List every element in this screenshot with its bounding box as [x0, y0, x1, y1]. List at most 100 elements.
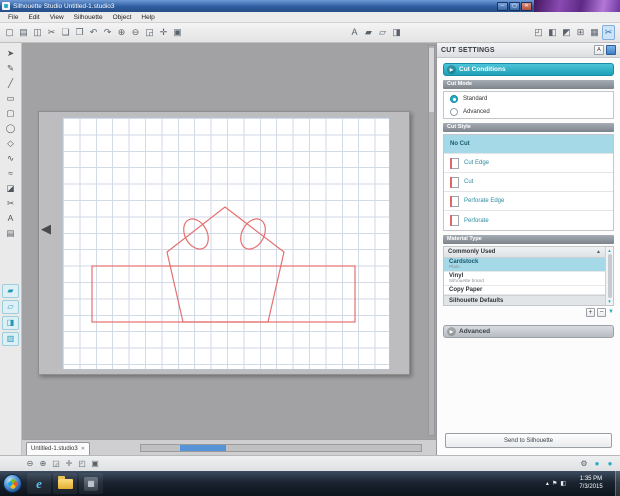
trace-panel-button[interactable]: ◧: [546, 25, 559, 40]
cut-mode-advanced[interactable]: Advanced: [444, 105, 613, 118]
rounded-rectangle-tool[interactable]: ▢: [0, 106, 21, 121]
material-copy-paper[interactable]: Copy Paper: [444, 286, 605, 295]
effects-panel-button[interactable]: ◨: [2, 316, 19, 330]
zoom-out-button[interactable]: ⊖: [129, 25, 142, 40]
ellipse-tool[interactable]: ◯: [0, 121, 21, 136]
cut-conditions-header[interactable]: ▶ Cut Conditions: [443, 63, 614, 76]
scroll-up-icon[interactable]: ▲: [607, 248, 611, 253]
text-style-button[interactable]: A: [348, 25, 361, 40]
material-scrollbar[interactable]: ▲ ▼: [605, 247, 613, 305]
start-button[interactable]: [3, 474, 22, 493]
fit-to-page-button[interactable]: ▣: [171, 25, 184, 40]
zoom-selection-tool[interactable]: ◰: [76, 457, 88, 470]
text-tool[interactable]: A: [0, 211, 21, 226]
tray-action-center-icon[interactable]: ⚑: [552, 480, 557, 487]
knife-tool[interactable]: ✂: [0, 196, 21, 211]
zoom-out-tool[interactable]: ⊖: [24, 457, 36, 470]
material-scrollbar-thumb[interactable]: [607, 254, 612, 298]
material-cardstock[interactable]: Cardstock Plain: [444, 258, 605, 272]
copy-button[interactable]: ❏: [59, 25, 72, 40]
line-tool[interactable]: ╱: [0, 76, 21, 91]
close-button[interactable]: ✕: [521, 1, 532, 11]
cut-style-perforate-edge[interactable]: Perforate Edge: [444, 192, 613, 211]
menu-edit[interactable]: Edit: [23, 14, 44, 21]
help-button[interactable]: ●: [604, 457, 616, 470]
silhouette-defaults-row[interactable]: Silhouette Defaults: [444, 295, 605, 305]
canvas-area[interactable]: ◀ Untitled-1.studio3 ✕: [22, 43, 436, 455]
fill-panel-button[interactable]: ▰: [2, 284, 19, 298]
font-size-button[interactable]: A: [594, 45, 604, 55]
freehand-tool[interactable]: ≈: [0, 166, 21, 181]
pan-button[interactable]: ✛: [157, 25, 170, 40]
remove-material-button[interactable]: −: [597, 308, 607, 317]
add-material-button[interactable]: +: [586, 308, 596, 317]
cut-mode-standard[interactable]: Standard: [444, 92, 613, 105]
fit-to-page-tool[interactable]: ▣: [89, 457, 101, 470]
minimize-button[interactable]: ─: [497, 1, 508, 11]
rectangle-tool[interactable]: ▭: [0, 91, 21, 106]
horizontal-scrollbar-thumb[interactable]: [180, 445, 227, 451]
pixscan-panel-button[interactable]: ◰: [532, 25, 545, 40]
document-tab[interactable]: Untitled-1.studio3 ✕: [26, 442, 90, 455]
send-to-silhouette-button[interactable]: Send to Silhouette: [445, 433, 612, 448]
document-tab-close-icon[interactable]: ✕: [81, 446, 85, 452]
cut-style-cut[interactable]: Cut: [444, 173, 613, 192]
notes-tool[interactable]: ▤: [0, 226, 21, 241]
menu-view[interactable]: View: [45, 14, 69, 21]
internet-explorer-icon[interactable]: e: [27, 473, 51, 494]
cut-style-cut-edge[interactable]: Cut Edge: [444, 154, 613, 173]
edit-points-tool[interactable]: ✎: [0, 61, 21, 76]
cut-settings-panel-button[interactable]: ✂: [602, 25, 615, 40]
fill-color-button[interactable]: ▰: [362, 25, 375, 40]
theme-button[interactable]: ●: [591, 457, 603, 470]
show-desktop-button[interactable]: [615, 471, 620, 496]
vertical-scrollbar-thumb[interactable]: [429, 48, 434, 112]
library-panel-button[interactable]: ▥: [2, 332, 19, 346]
rectangle-shape[interactable]: [91, 265, 356, 323]
menu-file[interactable]: File: [3, 14, 23, 21]
eraser-tool[interactable]: ◪: [0, 181, 21, 196]
cut-style-no-cut[interactable]: No Cut: [444, 135, 613, 154]
line-style-button[interactable]: ▱: [376, 25, 389, 40]
menu-help[interactable]: Help: [136, 14, 159, 21]
radio-standard-icon[interactable]: [450, 94, 458, 103]
tray-network-icon[interactable]: ◧: [560, 480, 566, 487]
media-app-icon[interactable]: ▦: [79, 473, 103, 494]
paste-button[interactable]: ❐: [73, 25, 86, 40]
curve-tool[interactable]: ∿: [0, 151, 21, 166]
undo-button[interactable]: ↶: [87, 25, 100, 40]
tray-show-hidden-icon[interactable]: ▴: [546, 480, 549, 487]
material-group-header[interactable]: Commonly Used ▲: [444, 247, 605, 258]
material-dropdown-caret-icon[interactable]: ▼: [608, 308, 614, 317]
pin-panel-button[interactable]: [606, 45, 616, 55]
right-ellipse-shape[interactable]: [236, 215, 270, 254]
image-effects-button[interactable]: ◨: [390, 25, 403, 40]
radio-advanced-icon[interactable]: [450, 107, 458, 116]
offset-panel-button[interactable]: ◩: [560, 25, 573, 40]
line-panel-button[interactable]: ▱: [2, 300, 19, 314]
taskbar-clock[interactable]: 1:35 PM 7/3/2015: [570, 475, 612, 491]
pan-tool[interactable]: ✛: [63, 457, 75, 470]
preferences-gear-icon[interactable]: ⚙: [578, 457, 590, 470]
drag-zoom-tool[interactable]: ◲: [50, 457, 62, 470]
canvas-vertical-scrollbar[interactable]: [428, 45, 435, 436]
advanced-section-header[interactable]: ▶ Advanced: [443, 325, 614, 338]
polygon-tool[interactable]: ◇: [0, 136, 21, 151]
modify-panel-button[interactable]: ⊞: [574, 25, 587, 40]
redo-button[interactable]: ↷: [101, 25, 114, 40]
new-document-button[interactable]: ▢: [3, 25, 16, 40]
cut-button[interactable]: ✂: [45, 25, 58, 40]
maximize-button[interactable]: ▢: [509, 1, 520, 11]
collapse-arrow-icon[interactable]: ▲: [596, 249, 601, 255]
zoom-in-button[interactable]: ⊕: [115, 25, 128, 40]
canvas-horizontal-scrollbar[interactable]: [140, 444, 422, 452]
open-file-button[interactable]: ▤: [17, 25, 30, 40]
cut-style-perforate[interactable]: Perforate: [444, 211, 613, 230]
drag-zoom-button[interactable]: ◲: [143, 25, 156, 40]
design-shapes[interactable]: [62, 117, 390, 370]
zoom-in-tool[interactable]: ⊕: [37, 457, 49, 470]
material-vinyl[interactable]: Vinyl Silhouette brand: [444, 272, 605, 286]
emboss-panel-button[interactable]: ▦: [588, 25, 601, 40]
menu-silhouette[interactable]: Silhouette: [69, 14, 108, 21]
save-file-button[interactable]: ◫: [31, 25, 44, 40]
